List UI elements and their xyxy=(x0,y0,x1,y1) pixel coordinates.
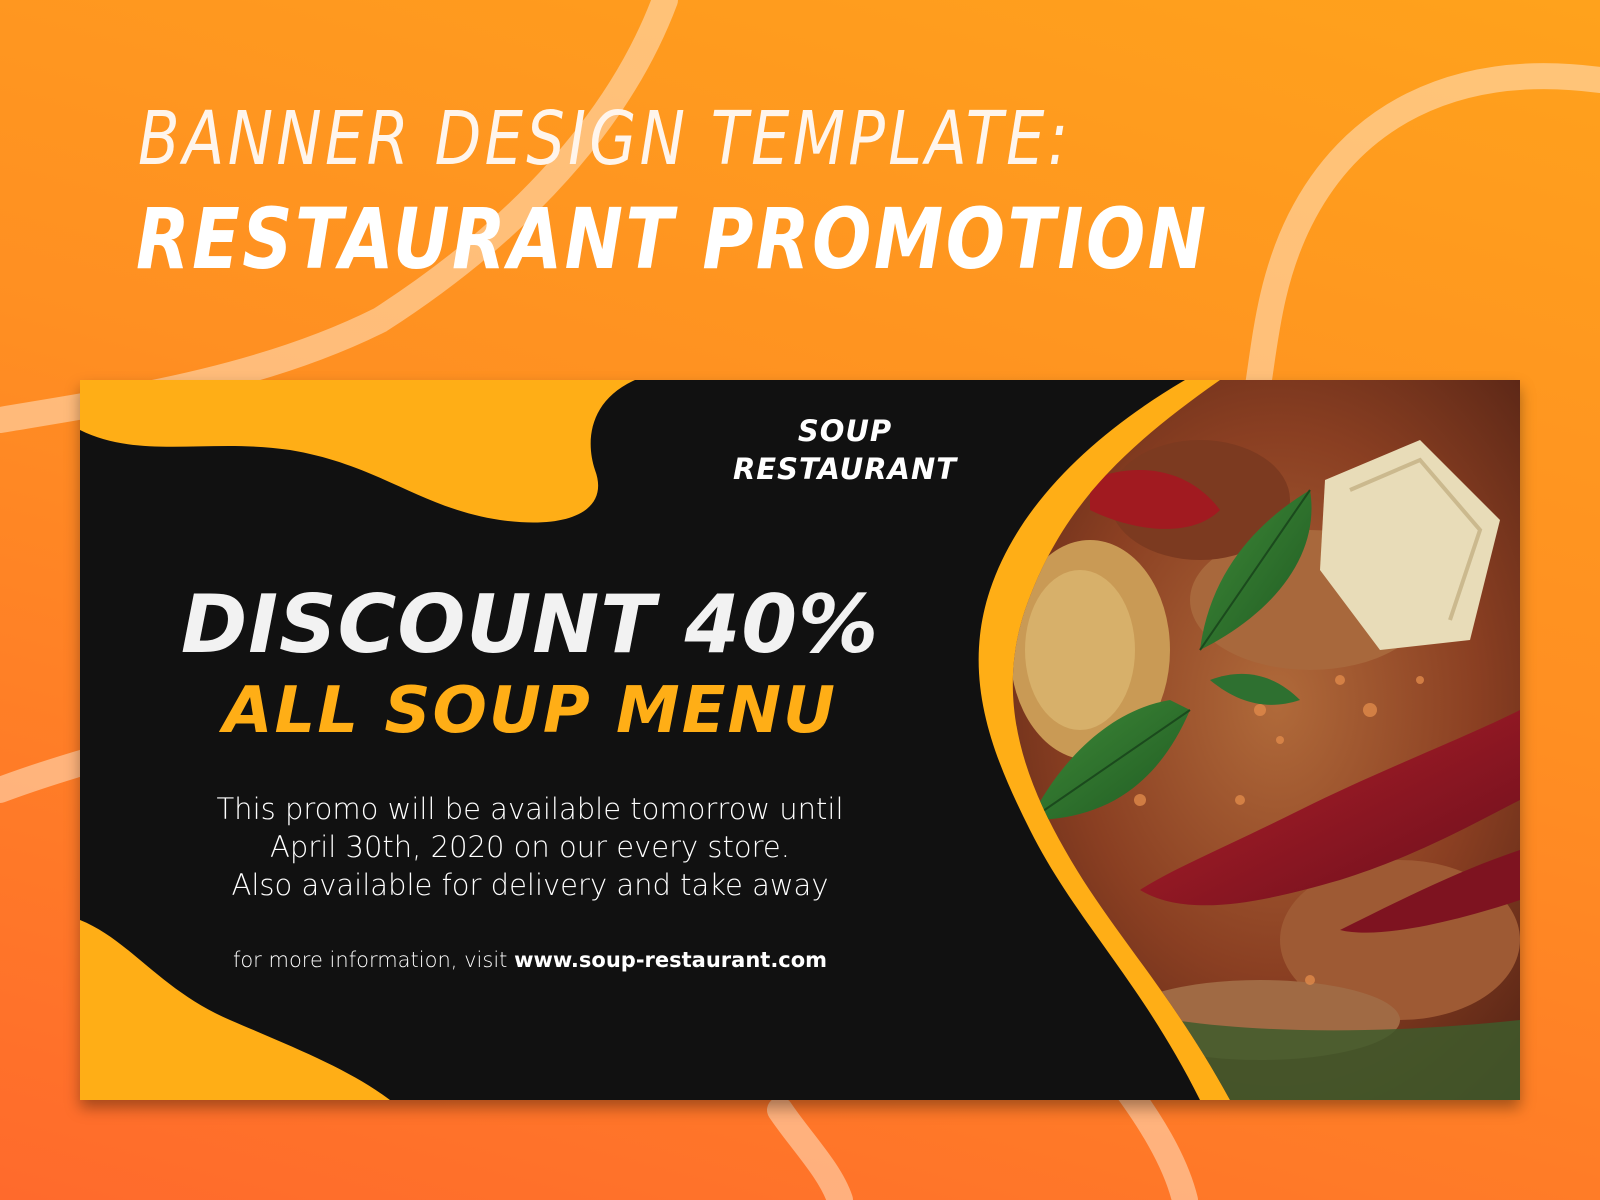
brand-line-2: RESTAURANT xyxy=(732,452,958,486)
discount-heading: DISCOUNT 40% xyxy=(180,578,880,671)
top-left-wave xyxy=(80,380,635,523)
description-line-2: April 30th, 2020 on our every store. xyxy=(270,830,790,864)
brand-line-1: SOUP xyxy=(797,414,893,448)
promo-description: This promo will be available tomorrow un… xyxy=(140,790,920,904)
menu-subheading: ALL SOUP MENU xyxy=(223,674,837,748)
website-link[interactable]: www.soup-restaurant.com xyxy=(514,948,827,972)
more-info-prefix: for more information, visit xyxy=(232,948,508,972)
description-line-1: This promo will be available tomorrow un… xyxy=(216,792,844,826)
description-line-3: Also available for delivery and take awa… xyxy=(231,868,829,902)
headline-title-bold: RESTAURANT PROMOTION xyxy=(136,190,1209,288)
bottom-left-wave xyxy=(80,920,390,1100)
headline-title-light: BANNER DESIGN TEMPLATE: xyxy=(138,96,1072,182)
more-info-line: for more information, visit www.soup-res… xyxy=(140,948,920,972)
promo-banner: SOUP RESTAURANT DISCOUNT 40% ALL SOUP ME… xyxy=(80,380,1520,1100)
restaurant-brand: SOUP RESTAURANT xyxy=(700,412,990,488)
